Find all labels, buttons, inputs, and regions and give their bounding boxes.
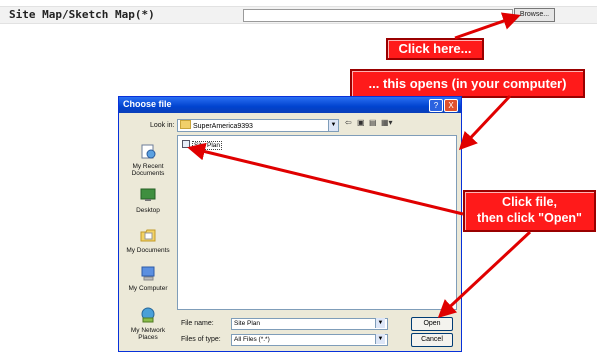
arrow-to-browse bbox=[454, 12, 521, 40]
annotation-arrows bbox=[187, 12, 532, 319]
arrow-to-open bbox=[437, 230, 532, 319]
arrow-to-file bbox=[187, 142, 464, 216]
arrow-to-dialog bbox=[458, 94, 512, 151]
